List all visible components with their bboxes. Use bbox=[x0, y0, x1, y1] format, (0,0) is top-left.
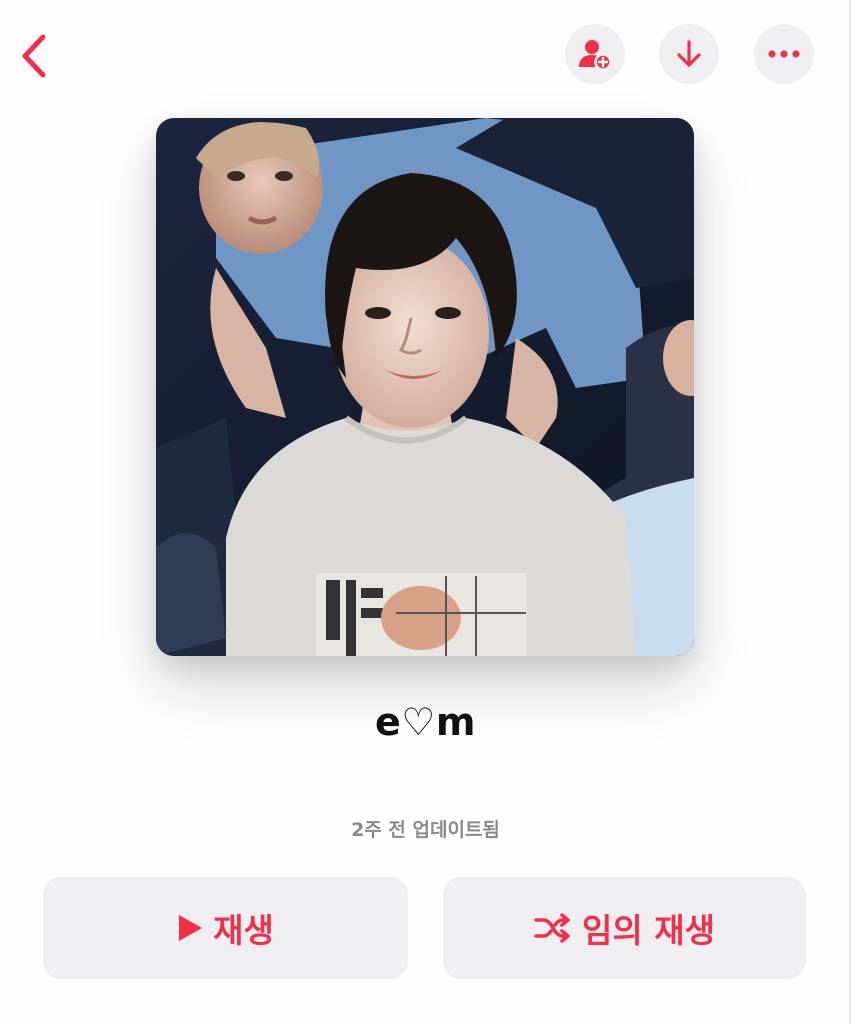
playlist-title: e♡m bbox=[375, 700, 476, 744]
shuffle-button[interactable]: 임의 재생 bbox=[443, 877, 806, 979]
updated-timestamp: 2주 전 업데이트됨 bbox=[351, 819, 500, 841]
play-icon bbox=[177, 914, 203, 942]
artwork-image bbox=[156, 118, 694, 656]
more-horizontal-icon bbox=[768, 50, 800, 58]
play-button[interactable]: 재생 bbox=[43, 877, 408, 979]
person-add-icon bbox=[579, 40, 612, 71]
download-button[interactable] bbox=[659, 24, 719, 84]
shuffle-icon bbox=[534, 913, 572, 943]
arrow-down-icon bbox=[677, 40, 701, 67]
playlist-page: e♡m 2주 전 업데이트됨 재생 임의 재생 bbox=[0, 0, 851, 1024]
more-options-button[interactable] bbox=[754, 24, 814, 84]
add-collaborator-button[interactable] bbox=[565, 24, 625, 84]
back-button[interactable] bbox=[12, 28, 56, 84]
chevron-left-icon bbox=[22, 34, 46, 78]
playlist-artwork bbox=[156, 118, 694, 656]
play-button-label: 재생 bbox=[213, 911, 274, 950]
shuffle-button-label: 임의 재생 bbox=[582, 911, 715, 950]
